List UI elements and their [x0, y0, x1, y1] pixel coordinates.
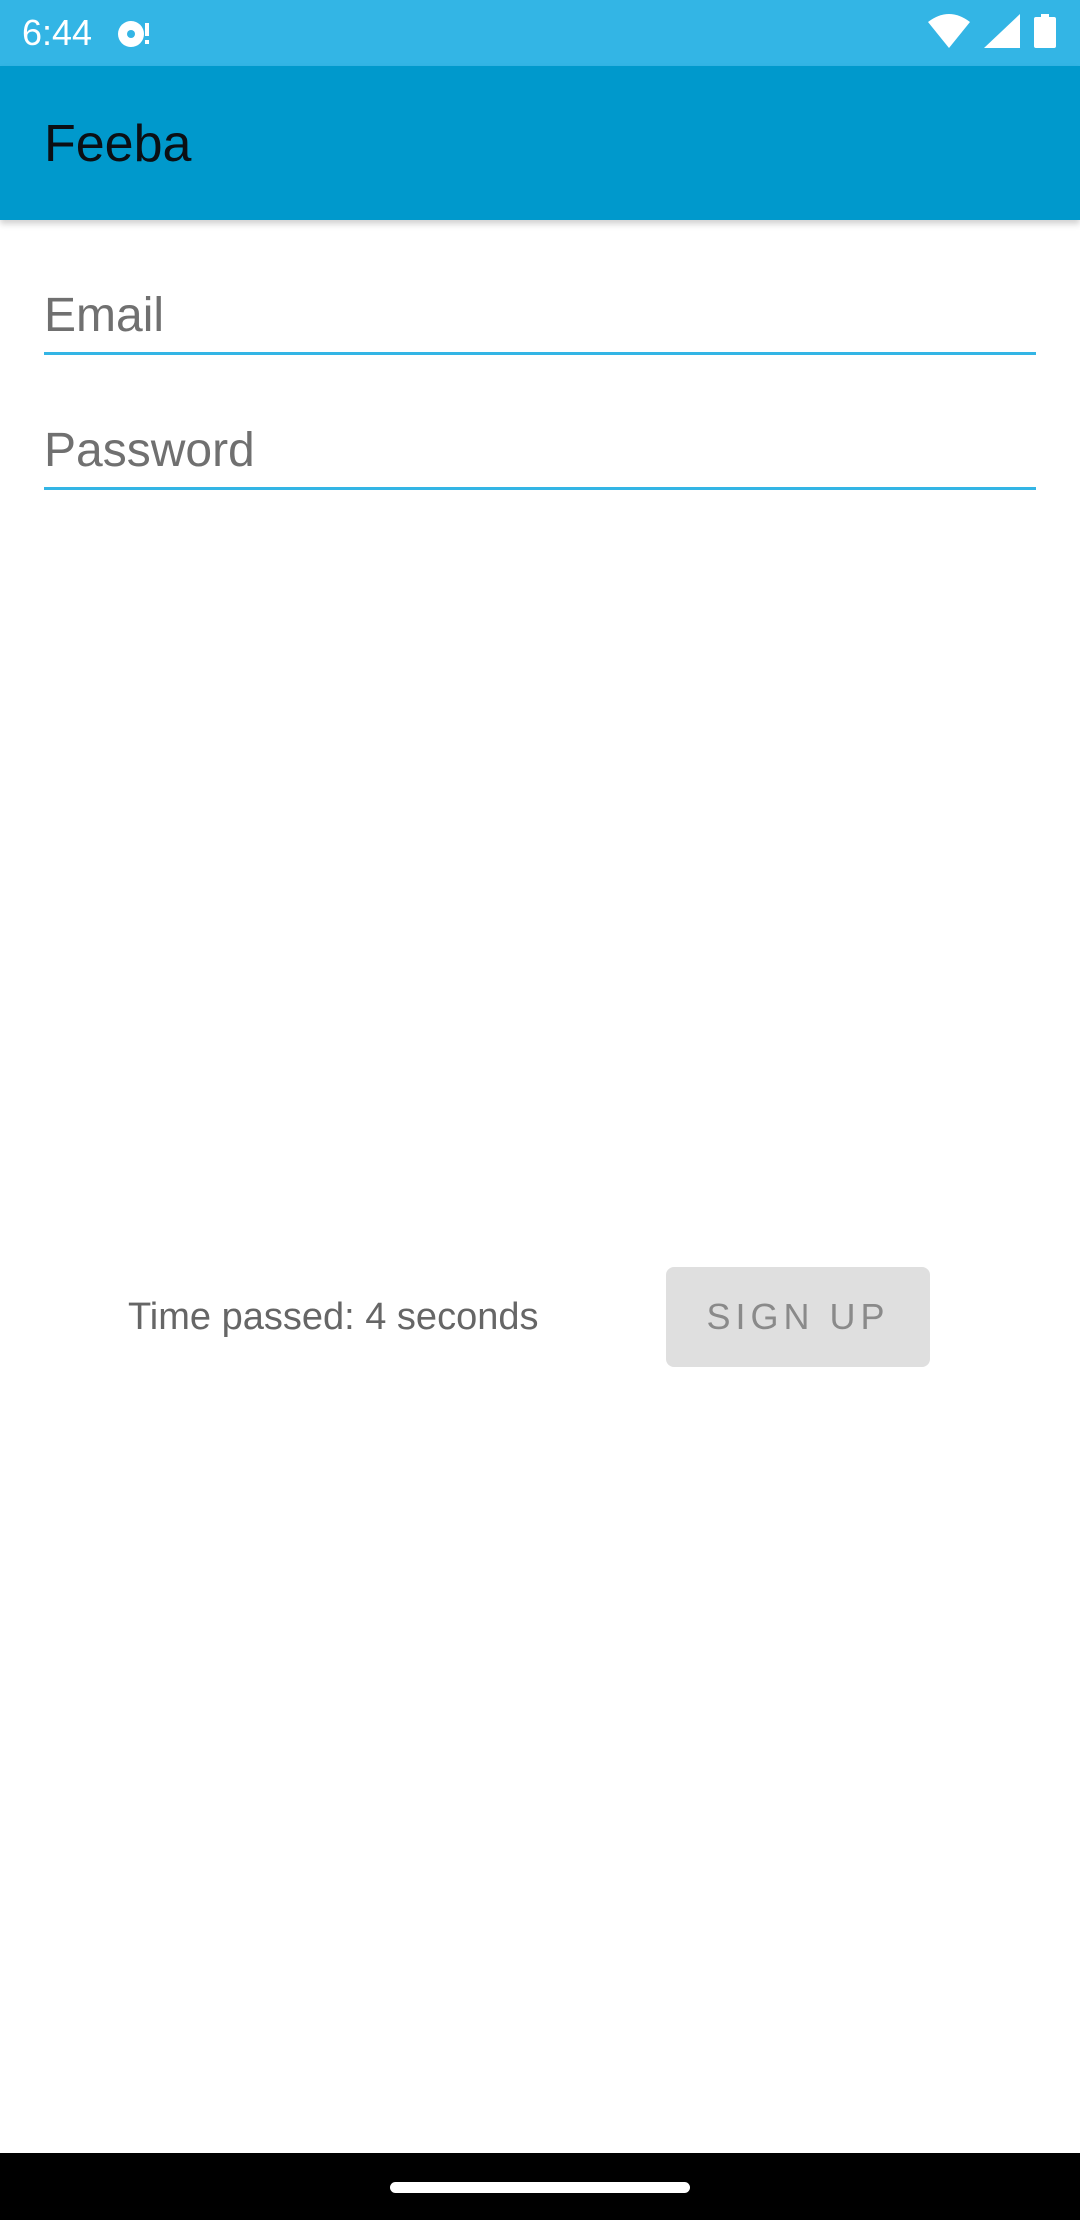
battery-icon	[1034, 13, 1056, 53]
signal-icon	[984, 13, 1020, 53]
app-screen: 6:44 Feeba Email Time passed: 4 seconds …	[0, 0, 1080, 2220]
timer-text: Time passed: 4 seconds	[128, 1296, 539, 1338]
status-time: 6:44	[22, 12, 93, 53]
app-bar: Feeba	[0, 66, 1080, 220]
home-handle[interactable]	[390, 2182, 690, 2193]
password-field[interactable]	[44, 413, 1036, 490]
email-field[interactable]	[44, 278, 1036, 355]
app-title: Feeba	[44, 115, 192, 173]
navigation-bar	[0, 2153, 1080, 2220]
status-bar: 6:44	[0, 0, 1080, 66]
status-icons	[928, 13, 1056, 53]
signup-button[interactable]: SIGN UP	[666, 1267, 930, 1367]
notification-icon	[116, 16, 152, 52]
wifi-icon	[928, 13, 970, 53]
